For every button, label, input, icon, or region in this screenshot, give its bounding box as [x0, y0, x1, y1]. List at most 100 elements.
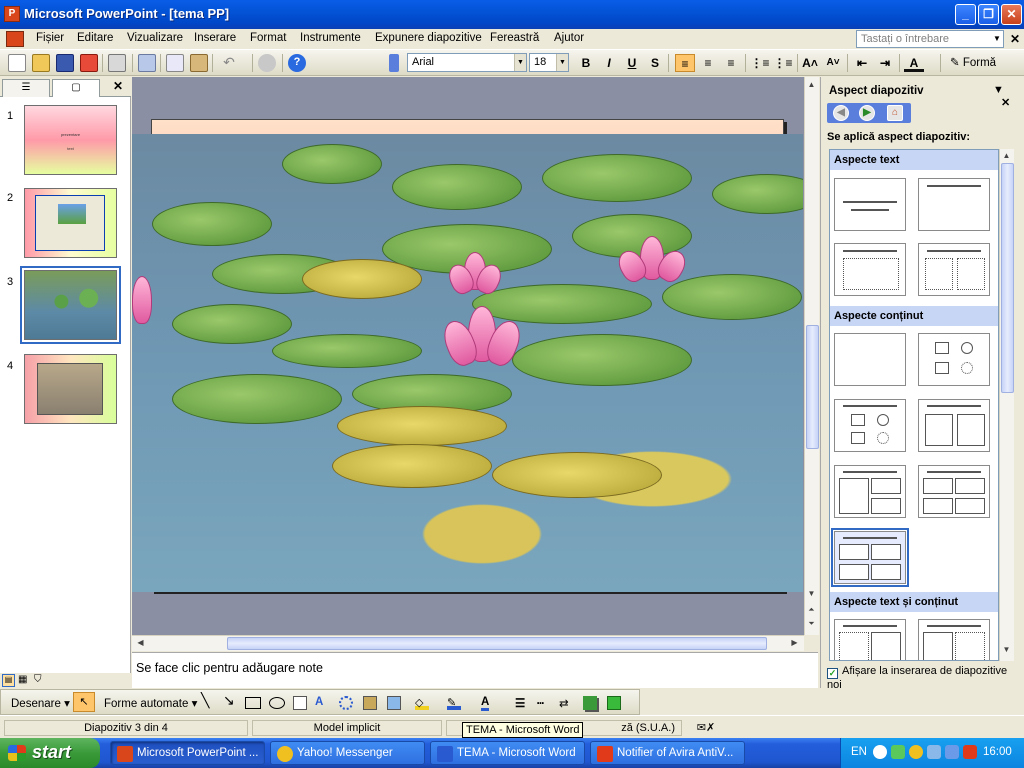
clipart-icon[interactable]	[363, 696, 377, 710]
layout-title-four-content[interactable]	[918, 465, 990, 518]
layout-blank[interactable]	[834, 333, 906, 386]
numbering-button[interactable]: ⋮≡	[750, 54, 770, 72]
home-icon[interactable]: ⌂	[887, 105, 903, 121]
underline-button[interactable]: U	[622, 54, 642, 72]
italic-button[interactable]: I	[599, 54, 619, 72]
yahoo-tray-icon[interactable]	[909, 745, 923, 759]
font-name-select[interactable]: Arial ▼	[407, 53, 527, 72]
network-tray-icon[interactable]	[927, 745, 941, 759]
slideshow-view-icon[interactable]: ⛉	[34, 674, 42, 685]
line-style-icon[interactable]: ☰	[515, 696, 525, 710]
dash-style-icon[interactable]: ┅	[537, 696, 544, 710]
slide-thumbnail-2[interactable]	[24, 188, 117, 258]
save-icon[interactable]	[56, 54, 74, 72]
bold-button[interactable]: B	[576, 54, 596, 72]
drawing-font-color-icon[interactable]: A	[481, 696, 490, 711]
line-color-icon[interactable]: ✎	[447, 696, 461, 710]
taskbar-word[interactable]: TEMA - Microsoft Word	[430, 741, 585, 765]
increase-indent-button[interactable]: ⇥	[875, 54, 895, 72]
align-right-button[interactable]: ≡	[721, 54, 741, 72]
next-slide-icon[interactable]: ⏷	[805, 619, 818, 629]
minimize-button[interactable]: _	[955, 4, 976, 25]
check-icon[interactable]: ✓	[827, 668, 838, 679]
task-pane-controls[interactable]: ▼ ✕	[993, 84, 1024, 109]
slide-sorter-icon[interactable]: ▦	[18, 674, 27, 685]
layout-content[interactable]	[918, 333, 990, 386]
scrollbar-thumb[interactable]	[227, 637, 767, 650]
menu-window[interactable]: Fereastră	[490, 32, 539, 44]
show-on-insert-checkbox[interactable]: ✓ Afișare la inserarea de diapozitive noi	[827, 665, 1024, 691]
layout-two-column-text[interactable]	[918, 243, 990, 296]
layout-title-slide[interactable]	[834, 178, 906, 231]
paste-icon[interactable]	[190, 54, 208, 72]
powerpoint-app-icon[interactable]: P	[4, 6, 20, 22]
close-icon[interactable]: ✕	[113, 79, 123, 93]
autoshapes-button[interactable]: Forme automate ▾	[104, 696, 197, 710]
document-icon[interactable]	[6, 31, 24, 47]
help-icon[interactable]: ?	[288, 54, 306, 72]
align-center-button[interactable]: ≡	[698, 54, 718, 72]
menu-file[interactable]: Fișier	[36, 32, 64, 44]
avira-tray-icon[interactable]	[963, 745, 977, 759]
tray-expand-icon[interactable]	[873, 745, 887, 759]
layout-title-text[interactable]	[834, 243, 906, 296]
scrollbar-thumb[interactable]	[806, 325, 819, 449]
menu-help[interactable]: Ajutor	[554, 32, 584, 44]
draw-menu-button[interactable]: Desenare ▾	[11, 696, 70, 710]
menu-format[interactable]: Format	[250, 32, 286, 44]
scrollbar-thumb[interactable]	[1001, 163, 1014, 393]
copy-icon[interactable]	[166, 54, 184, 72]
arrow-style-icon[interactable]: ⇄	[559, 696, 569, 710]
scroll-up-icon[interactable]: ▲	[805, 80, 818, 89]
grow-font-button[interactable]: A˄	[800, 54, 820, 72]
taskbar-powerpoint[interactable]: Microsoft PowerPoint ...	[110, 741, 265, 765]
network2-tray-icon[interactable]	[945, 745, 959, 759]
scroll-up-icon[interactable]: ▲	[1000, 151, 1013, 160]
previous-slide-icon[interactable]: ⏶	[805, 605, 818, 615]
print-icon[interactable]	[108, 54, 126, 72]
layout-title-content[interactable]	[834, 399, 906, 452]
textbox-icon[interactable]	[293, 696, 307, 710]
layout-title-content-over-two[interactable]	[834, 465, 906, 518]
align-left-button[interactable]: ≡	[675, 54, 695, 72]
close-icon[interactable]: ✕	[1001, 97, 1010, 109]
start-button[interactable]: start	[0, 738, 100, 768]
design-button[interactable]: ✎ Formă	[946, 54, 1002, 72]
fill-color-icon[interactable]: ◇	[415, 696, 429, 710]
toolbar-options-icon[interactable]	[389, 54, 399, 72]
layout-text-content[interactable]	[834, 619, 906, 660]
messenger-tray-icon[interactable]	[891, 745, 905, 759]
slide-thumbnail-4[interactable]	[24, 354, 117, 424]
taskbar-avira-notifier[interactable]: Notifier of Avira AntiV...	[590, 741, 745, 765]
3d-style-icon[interactable]	[607, 696, 621, 710]
taskbar-yahoo-messenger[interactable]: Yahoo! Messenger	[270, 741, 425, 765]
insert-object-icon[interactable]	[258, 54, 276, 72]
slide-thumbnail-3[interactable]	[20, 266, 121, 344]
slide-horizontal-scrollbar[interactable]: ◀ ▶	[132, 635, 804, 651]
chevron-down-icon[interactable]: ▼	[993, 84, 1004, 96]
notes-pane[interactable]: Se face clic pentru adăugare note	[132, 652, 818, 688]
select-pointer-icon[interactable]: ↖	[73, 692, 95, 712]
tab-slides[interactable]: ▢	[52, 79, 100, 97]
scroll-right-icon[interactable]: ▶	[788, 638, 801, 647]
shadow-style-icon[interactable]	[583, 696, 597, 710]
layout-title-four-content-selected[interactable]	[831, 528, 909, 587]
picture-icon[interactable]	[387, 696, 401, 710]
menu-view[interactable]: Vizualizare	[127, 32, 183, 44]
close-button[interactable]: ✕	[1001, 4, 1022, 25]
wordart-icon[interactable]: A	[315, 696, 323, 708]
layout-title-only[interactable]	[918, 178, 990, 231]
chevron-down-icon[interactable]: ▼	[556, 54, 568, 71]
maximize-button[interactable]: ❐	[978, 4, 999, 25]
bullets-button[interactable]: ⋮≡	[773, 54, 793, 72]
scroll-left-icon[interactable]: ◀	[134, 638, 147, 647]
document-close-button[interactable]: ✕	[1010, 32, 1020, 46]
arrow-icon[interactable]: ↘	[223, 692, 235, 709]
slide-thumbnail-1[interactable]: prezentare text	[24, 105, 117, 175]
menu-edit[interactable]: Editare	[77, 32, 113, 44]
shrink-font-button[interactable]: A˅	[823, 54, 843, 72]
task-pane-scrollbar[interactable]: ▲ ▼	[999, 149, 1014, 661]
research-icon[interactable]	[138, 54, 156, 72]
chevron-down-icon[interactable]: ▼	[991, 31, 1003, 47]
forward-icon[interactable]: ▶	[859, 105, 875, 121]
